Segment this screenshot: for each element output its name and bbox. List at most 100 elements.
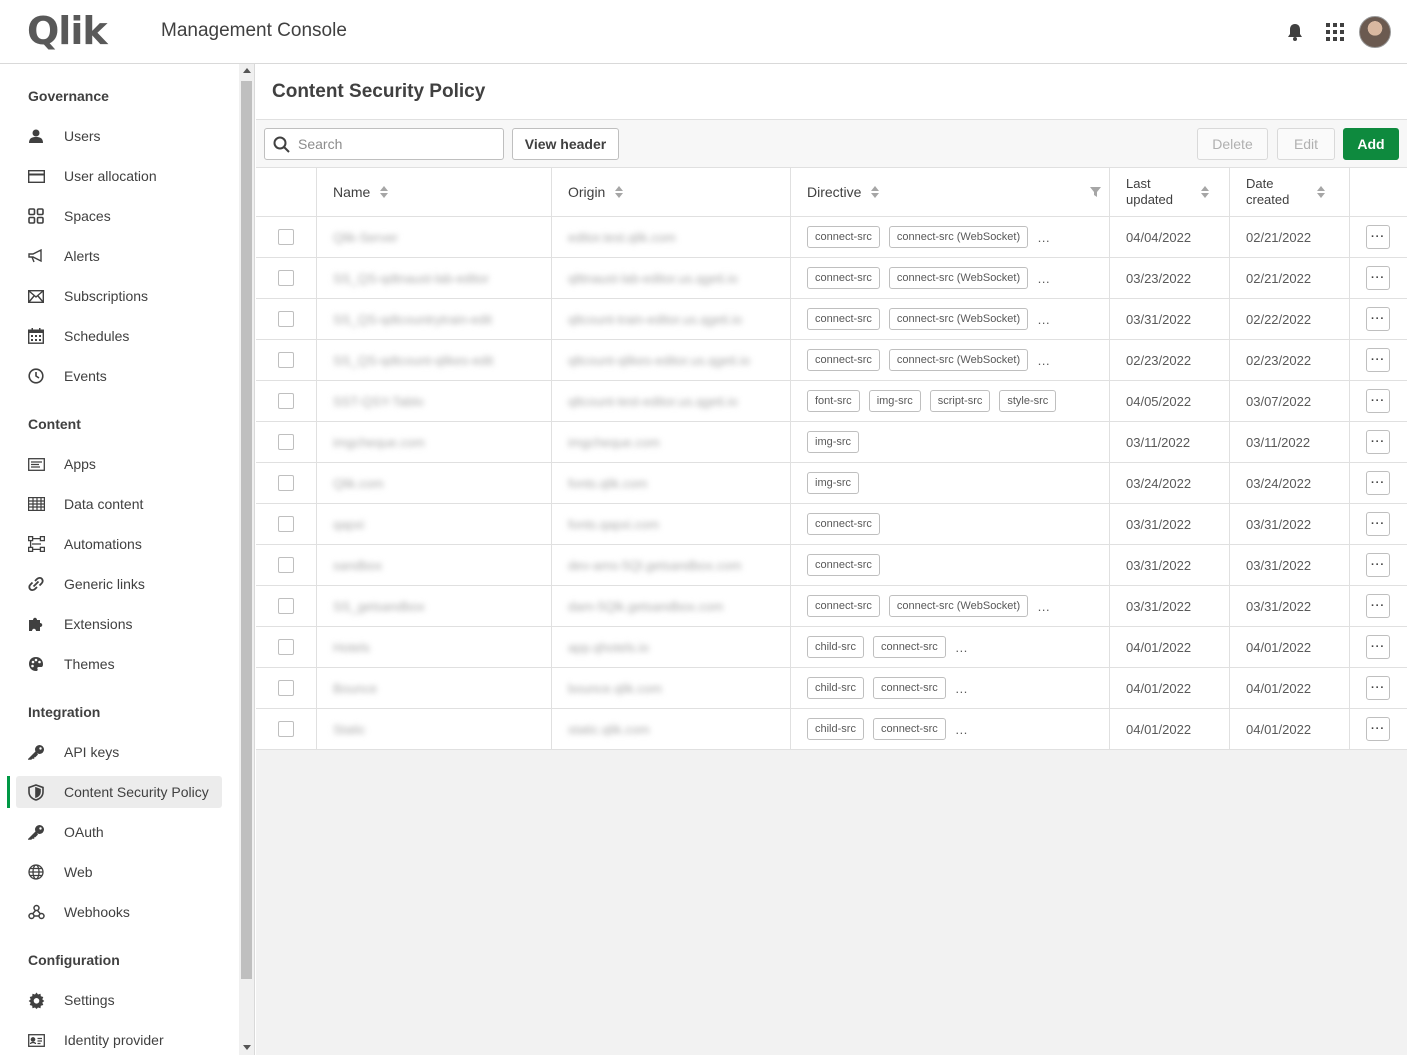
- table-row[interactable]: SS_QS-qdtcountrytrain-edit qltcount-train…: [256, 299, 1407, 340]
- row-actions-more-button[interactable]: ···: [1366, 676, 1390, 700]
- row-actions-more-button[interactable]: ···: [1366, 471, 1390, 495]
- row-actions-more-button[interactable]: ···: [1366, 266, 1390, 290]
- user-avatar[interactable]: [1359, 16, 1391, 48]
- row-checkbox[interactable]: [278, 680, 294, 696]
- sort-icon[interactable]: [871, 186, 880, 198]
- sidebar-item-settings[interactable]: Settings: [16, 984, 222, 1016]
- more-directives-ellipsis[interactable]: …: [1037, 271, 1051, 286]
- more-directives-ellipsis[interactable]: …: [955, 681, 969, 696]
- table-row[interactable]: SS_QS-qdtcount-qlikes-edit qltcount-qlike…: [256, 340, 1407, 381]
- row-checkbox[interactable]: [278, 557, 294, 573]
- row-actions-more-button[interactable]: ···: [1366, 225, 1390, 249]
- table-row[interactable]: Bounce bounce.qlik.com child-src connect-sr…: [256, 668, 1407, 709]
- sidebar-item-identity-provider[interactable]: Identity provider: [16, 1024, 222, 1055]
- view-header-button[interactable]: View header: [512, 128, 619, 160]
- filter-icon[interactable]: [1090, 187, 1101, 197]
- row-checkbox[interactable]: [278, 352, 294, 368]
- table-row[interactable]: Static static.qlik.com child-src connect-sr…: [256, 709, 1407, 750]
- more-directives-ellipsis[interactable]: …: [955, 640, 969, 655]
- sidebar-item-label: Subscriptions: [64, 288, 149, 304]
- row-checkbox[interactable]: [278, 639, 294, 655]
- more-directives-ellipsis[interactable]: …: [1037, 312, 1051, 327]
- row-select-cell: [256, 258, 317, 298]
- row-checkbox[interactable]: [278, 598, 294, 614]
- column-header-date-created[interactable]: Date created: [1230, 168, 1350, 216]
- table-row[interactable]: imgcheque.com imgcheque.com img-src 03/11/2…: [256, 422, 1407, 463]
- row-actions-more-button[interactable]: ···: [1366, 389, 1390, 413]
- table-row[interactable]: SS_QS-qdtnaust-lab-editor qlttnaust-lab-e…: [256, 258, 1407, 299]
- more-directives-ellipsis[interactable]: …: [1037, 599, 1051, 614]
- sort-icon[interactable]: [1201, 186, 1209, 198]
- column-header-last-updated[interactable]: Last updated: [1110, 168, 1230, 216]
- add-button[interactable]: Add: [1343, 128, 1399, 160]
- search-input[interactable]: [298, 136, 488, 152]
- row-checkbox[interactable]: [278, 721, 294, 737]
- notifications-bell-icon[interactable]: [1275, 15, 1315, 49]
- table-row[interactable]: Qlik-Server editor.test.qlik.com connect-s…: [256, 217, 1407, 258]
- sidebar-item-apps[interactable]: Apps: [16, 448, 222, 480]
- origin-cell: qlttnaust-lab-editor.us.qgeti.io: [552, 258, 791, 298]
- row-select-cell: [256, 709, 317, 749]
- table-row[interactable]: SST-QSY-Tablo qltcount-test-editor.us.qge…: [256, 381, 1407, 422]
- row-actions-more-button[interactable]: ···: [1366, 553, 1390, 577]
- row-actions-more-button[interactable]: ···: [1366, 635, 1390, 659]
- scroll-down-arrow-icon[interactable]: [243, 1045, 251, 1050]
- delete-button[interactable]: Delete: [1197, 128, 1268, 160]
- row-actions-more-button[interactable]: ···: [1366, 594, 1390, 618]
- column-header-directive[interactable]: Directive: [791, 168, 1110, 216]
- row-checkbox[interactable]: [278, 393, 294, 409]
- directive-tag: connect-src (WebSocket): [888, 595, 1029, 617]
- sidebar-item-themes[interactable]: Themes: [16, 648, 222, 680]
- search-box[interactable]: [264, 128, 504, 160]
- sidebar-item-events[interactable]: Events: [16, 360, 222, 392]
- more-directives-ellipsis[interactable]: …: [1037, 230, 1051, 245]
- row-actions-more-button[interactable]: ···: [1366, 348, 1390, 372]
- column-header-name[interactable]: Name: [317, 168, 552, 216]
- sidebar-item-automations[interactable]: Automations: [16, 528, 222, 560]
- sidebar-item-spaces[interactable]: Spaces: [16, 200, 222, 232]
- row-checkbox[interactable]: [278, 434, 294, 450]
- table-row[interactable]: SS_getsandbox dam-5Qlk.getsandbox.com conn…: [256, 586, 1407, 627]
- app-launcher-grid-icon[interactable]: [1315, 15, 1355, 49]
- sidebar-item-users[interactable]: Users: [16, 120, 222, 152]
- sort-icon[interactable]: [615, 186, 624, 198]
- scroll-thumb[interactable]: [241, 81, 252, 979]
- row-actions-more-button[interactable]: ···: [1366, 512, 1390, 536]
- column-header-origin[interactable]: Origin: [552, 168, 791, 216]
- table-row[interactable]: qapxi fonts.qapxi.com connect-src 03/31/202…: [256, 504, 1407, 545]
- sidebar-item-schedules[interactable]: Schedules: [16, 320, 222, 352]
- sidebar-item-data-content[interactable]: Data content: [16, 488, 222, 520]
- table-row[interactable]: Hotels app.qhotels.io child-src connect-src…: [256, 627, 1407, 668]
- sidebar-item-oauth[interactable]: OAuth: [16, 816, 222, 848]
- row-checkbox[interactable]: [278, 311, 294, 327]
- sort-icon[interactable]: [380, 186, 389, 198]
- sidebar-item-user-allocation[interactable]: User allocation: [16, 160, 222, 192]
- sidebar-item-label: Events: [64, 368, 107, 384]
- row-checkbox[interactable]: [278, 229, 294, 245]
- sidebar-item-web[interactable]: Web: [16, 856, 222, 888]
- row-checkbox[interactable]: [278, 516, 294, 532]
- row-actions-more-button[interactable]: ···: [1366, 717, 1390, 741]
- sidebar-item-content-security-policy[interactable]: Content Security Policy: [7, 776, 222, 808]
- row-checkbox[interactable]: [278, 475, 294, 491]
- sidebar-scrollbar[interactable]: [239, 64, 255, 1055]
- scroll-up-arrow-icon[interactable]: [243, 68, 251, 73]
- table-row[interactable]: Qlik.com fonts.qlik.com img-src 03/24/2022 0…: [256, 463, 1407, 504]
- sort-icon[interactable]: [1317, 186, 1326, 198]
- row-actions-more-button[interactable]: ···: [1366, 307, 1390, 331]
- sidebar-item-subscriptions[interactable]: Subscriptions: [16, 280, 222, 312]
- table-row[interactable]: sandbox dev-ams-5Ql.getsandbox.com connect…: [256, 545, 1407, 586]
- sidebar-item-generic-links[interactable]: Generic links: [16, 568, 222, 600]
- row-checkbox[interactable]: [278, 270, 294, 286]
- edit-button[interactable]: Edit: [1277, 128, 1335, 160]
- sidebar-item-api-keys[interactable]: API keys: [16, 736, 222, 768]
- row-actions-cell: ···: [1350, 258, 1407, 298]
- qlik-logo[interactable]: Qlik: [27, 12, 108, 50]
- more-directives-ellipsis[interactable]: …: [1037, 353, 1051, 368]
- sidebar-item-label: Identity provider: [64, 1032, 164, 1048]
- row-actions-more-button[interactable]: ···: [1366, 430, 1390, 454]
- sidebar-item-alerts[interactable]: Alerts: [16, 240, 222, 272]
- sidebar-item-webhooks[interactable]: Webhooks: [16, 896, 222, 928]
- sidebar-item-extensions[interactable]: Extensions: [16, 608, 222, 640]
- more-directives-ellipsis[interactable]: …: [955, 722, 969, 737]
